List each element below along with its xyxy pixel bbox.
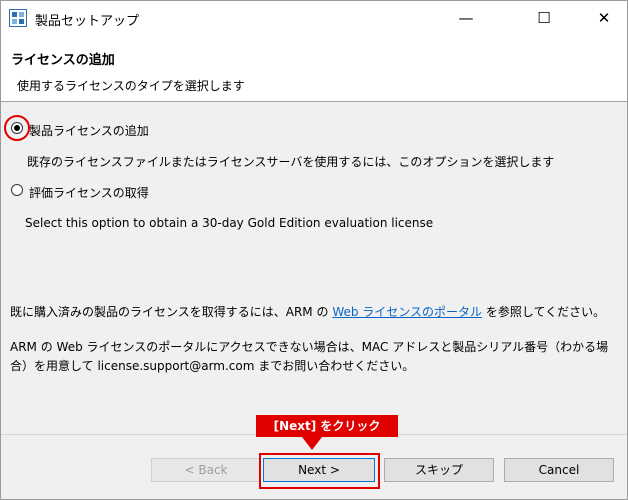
- maximize-icon[interactable]: ☐: [521, 1, 567, 35]
- next-highlight-box: [259, 453, 380, 489]
- title-bar: 製品セットアップ — ☐ ✕: [1, 1, 627, 35]
- option-add-license-radio[interactable]: [11, 122, 23, 134]
- back-button[interactable]: < Back: [151, 458, 261, 482]
- page-subtitle: 使用するライセンスのタイプを選択します: [17, 79, 245, 93]
- option-add-license-description: 既存のライセンスファイルまたはライセンスサーバを使用するには、このオプションを選…: [27, 155, 555, 169]
- window-title: 製品セットアップ: [35, 14, 140, 29]
- page-header: ライセンスの追加 使用するライセンスのタイプを選択します: [1, 35, 627, 102]
- skip-button[interactable]: スキップ: [384, 458, 494, 482]
- minimize-icon[interactable]: —: [443, 1, 489, 35]
- setup-window: 製品セットアップ — ☐ ✕ ライセンスの追加 使用するライセンスのタイプを選択…: [0, 0, 628, 500]
- close-icon[interactable]: ✕: [581, 1, 627, 35]
- option-evaluation-description: Select this option to obtain a 30-day Go…: [25, 216, 434, 230]
- portal-info-text: 既に購入済みの製品のライセンスを取得するには、ARM の Web ライセンスのポ…: [10, 303, 620, 320]
- web-license-portal-link[interactable]: Web ライセンスのポータル: [332, 305, 482, 319]
- option-add-license-label[interactable]: 製品ライセンスの追加: [29, 122, 149, 139]
- radio-selected-dot: [14, 125, 20, 131]
- support-info-text: ARM の Web ライセンスのポータルにアクセスできない場合は、MAC アドレ…: [10, 340, 609, 373]
- click-next-callout: [Next] をクリック: [256, 415, 398, 437]
- portal-info-after: を参照してください。: [485, 305, 606, 319]
- option-evaluation-radio[interactable]: [11, 184, 23, 196]
- cancel-button[interactable]: Cancel: [504, 458, 614, 482]
- page-title: ライセンスの追加: [11, 53, 115, 68]
- setup-app-icon: [9, 9, 27, 27]
- callout-arrow: [302, 437, 322, 450]
- option-evaluation-label[interactable]: 評価ライセンスの取得: [29, 184, 149, 201]
- portal-info-before: 既に購入済みの製品のライセンスを取得するには、ARM の: [10, 305, 329, 319]
